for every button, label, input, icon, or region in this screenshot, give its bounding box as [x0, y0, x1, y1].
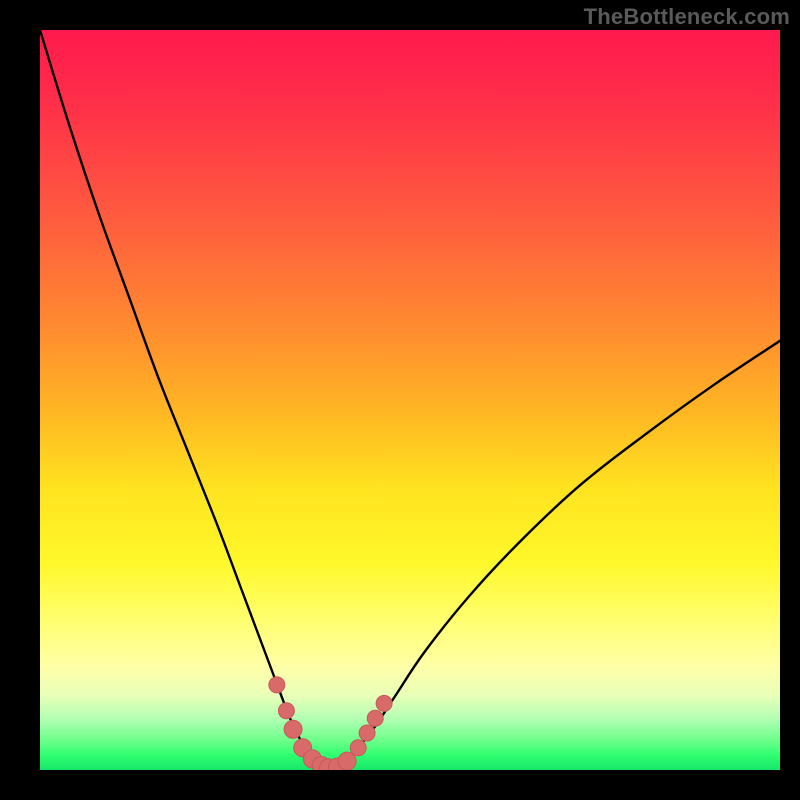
chart-frame: TheBottleneck.com	[0, 0, 800, 800]
curve-markers	[40, 30, 780, 770]
curve-marker	[320, 759, 338, 770]
curve-marker	[303, 750, 321, 768]
curve-marker	[338, 752, 356, 770]
curve-marker	[376, 695, 392, 711]
curve-marker	[284, 720, 302, 738]
curve-marker	[312, 757, 330, 770]
curve-marker	[269, 677, 285, 693]
watermark-text: TheBottleneck.com	[584, 4, 790, 30]
curve-marker	[294, 739, 312, 757]
curve-marker	[350, 740, 366, 756]
curve-marker	[367, 710, 383, 726]
plot-area	[40, 30, 780, 770]
curve-marker	[359, 725, 375, 741]
bottleneck-curve	[40, 30, 780, 770]
curve-marker	[278, 703, 294, 719]
curve-marker	[328, 758, 346, 770]
